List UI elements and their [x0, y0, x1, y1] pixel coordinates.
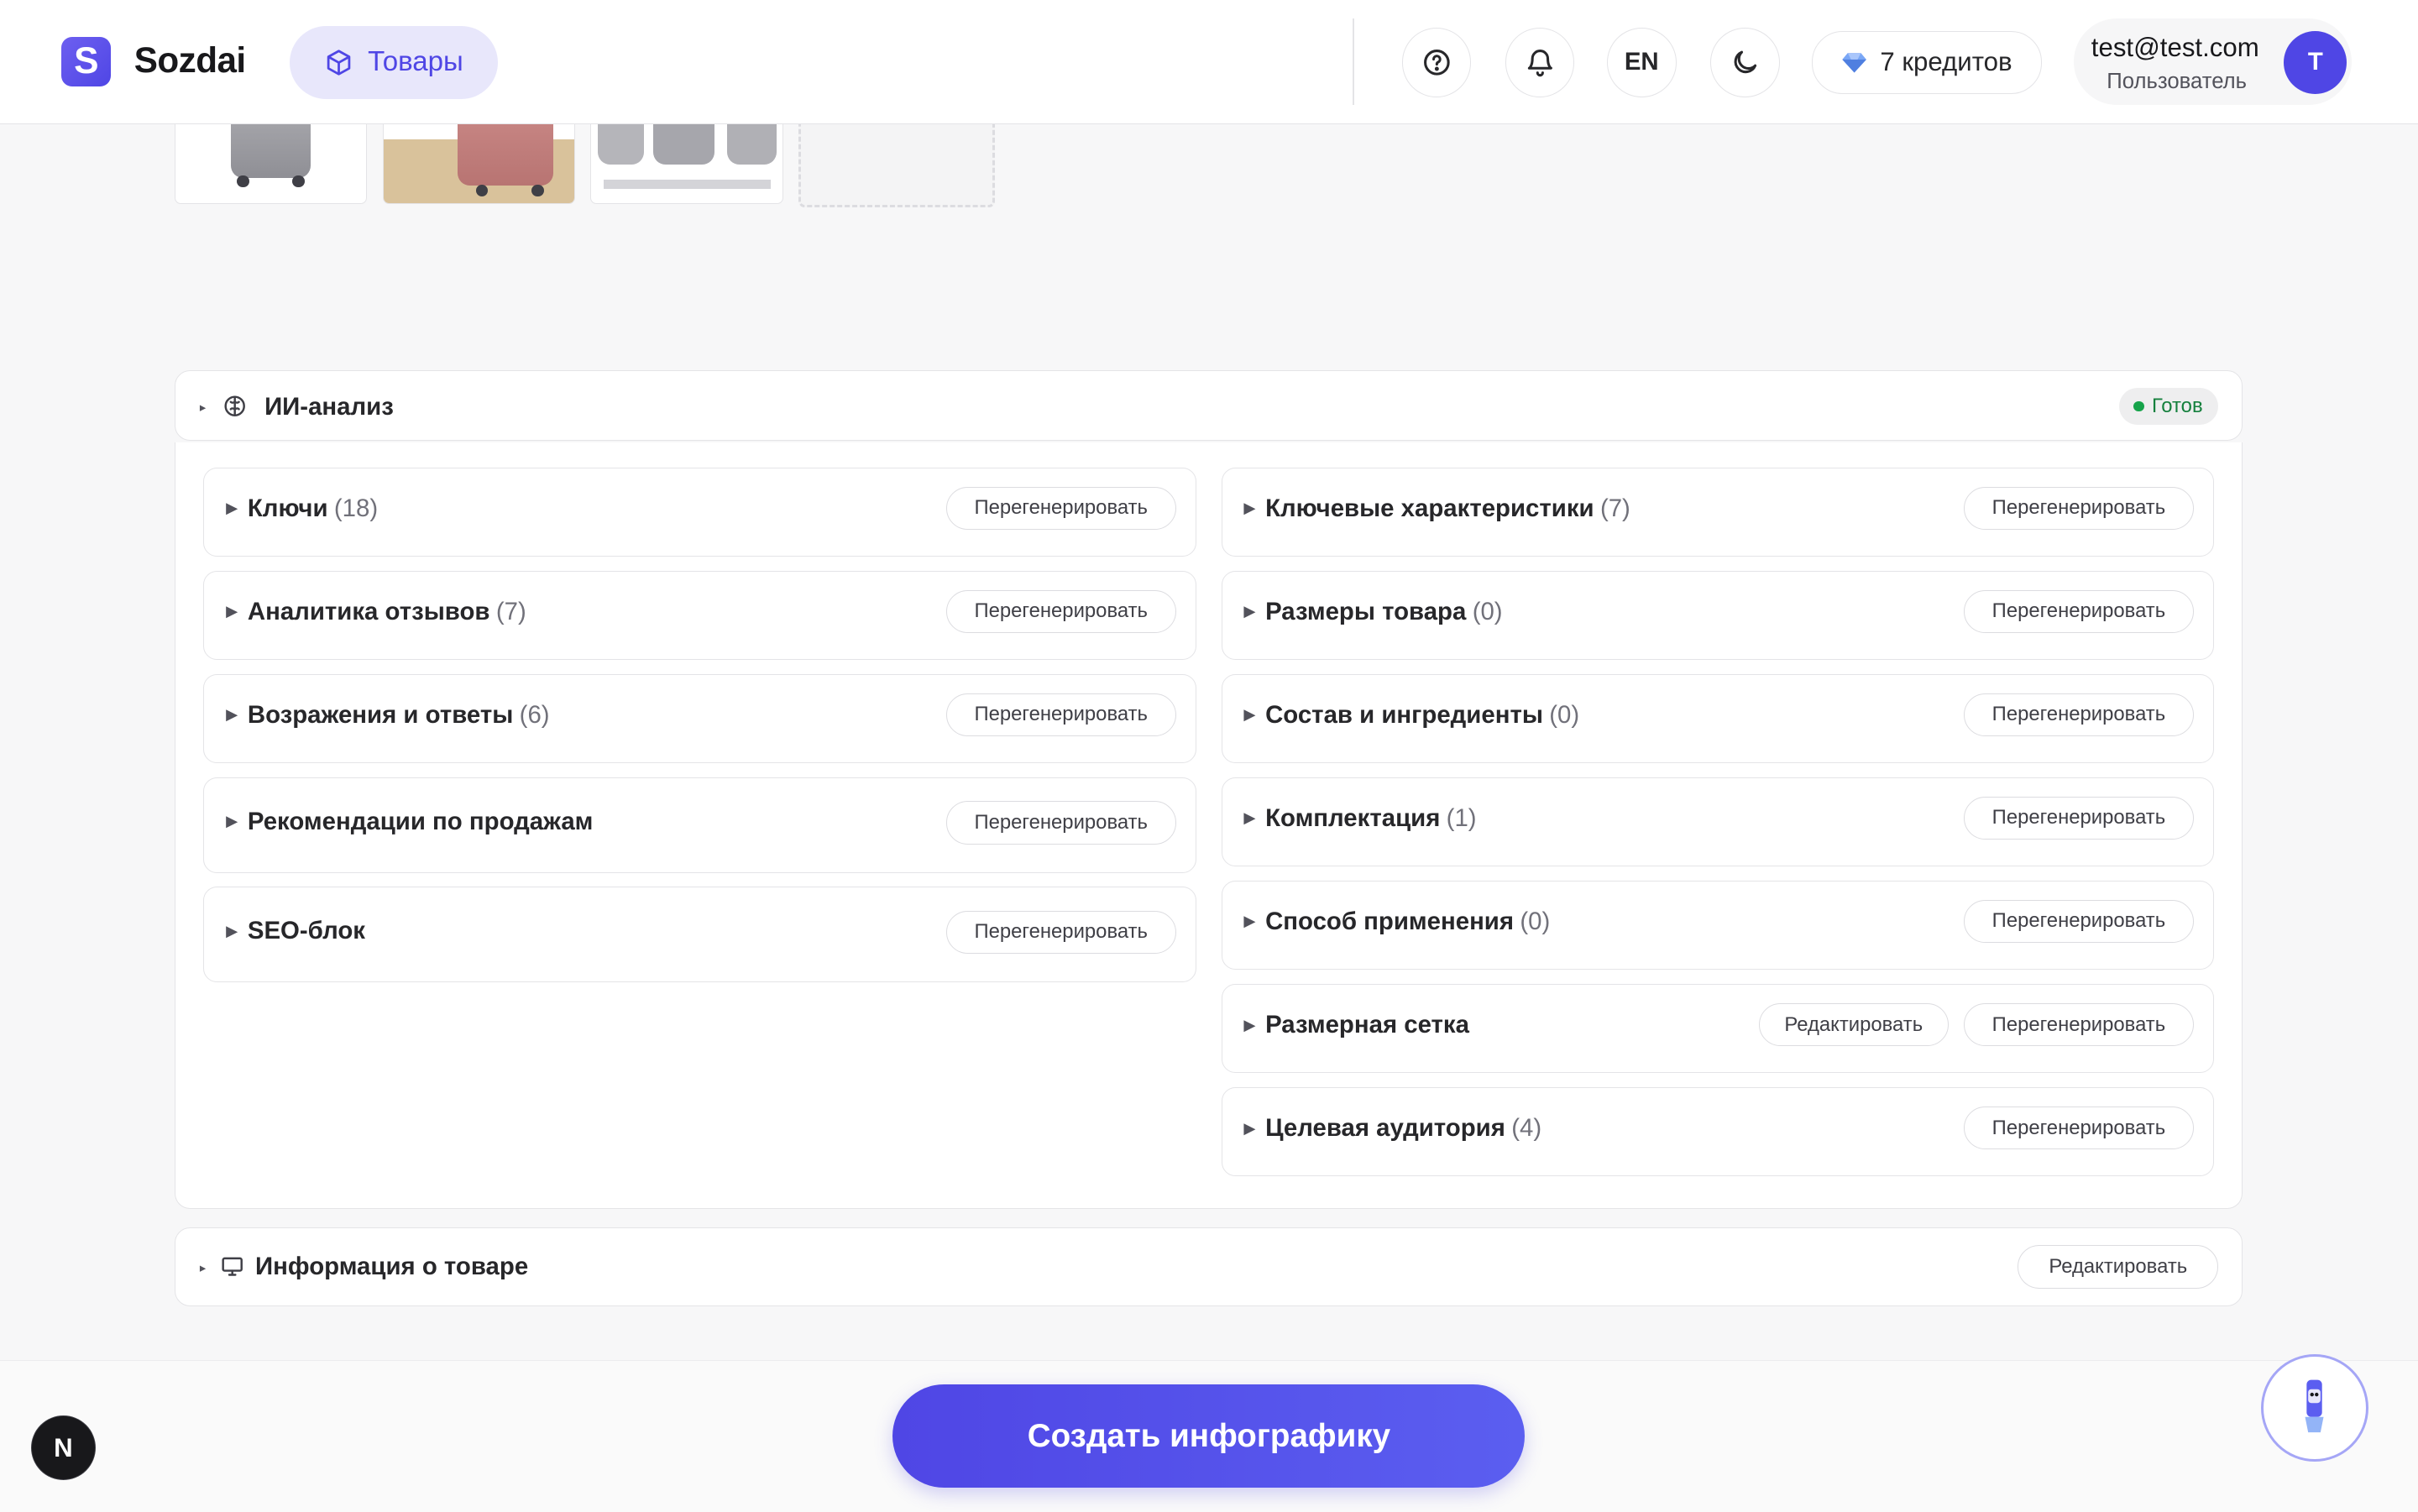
wheel-image — [531, 184, 544, 197]
credits-badge[interactable]: 7 кредитов — [1812, 30, 2042, 95]
card-count: (1) — [1446, 803, 1477, 832]
expand-caret-icon: ▶ — [1243, 602, 1256, 620]
regenerate-button[interactable]: Перегенерировать — [1964, 589, 2194, 634]
wheel-image — [237, 175, 249, 188]
wheel-image — [292, 175, 305, 188]
user-email: test@test.com — [2091, 32, 2259, 62]
card-title: Ключевые характеристики (7) — [1265, 494, 1630, 522]
notifications-button[interactable] — [1505, 28, 1575, 97]
edit-button[interactable]: Редактировать — [1758, 1002, 1949, 1047]
card-count: (0) — [1472, 597, 1503, 625]
regenerate-button[interactable]: Перегенерировать — [1964, 1002, 2194, 1047]
collapse-caret-icon: ▸ — [199, 1261, 207, 1275]
moon-icon — [1734, 50, 1757, 74]
status-dot-icon — [2133, 400, 2144, 412]
brain-icon — [224, 395, 246, 417]
question-icon — [1423, 50, 1450, 76]
expand-caret-icon: ▶ — [1243, 808, 1256, 827]
card-count: (18) — [333, 494, 379, 522]
ai-analysis-title: ИИ-анализ — [264, 392, 394, 421]
card-keys[interactable]: ▶ Ключи (18) Перегенерировать — [203, 467, 1197, 557]
status-label: Готов — [2151, 395, 2203, 418]
card-package-contents[interactable]: ▶ Комплектация (1) Перегенерировать — [1221, 777, 2215, 867]
card-title: Аналитика отзывов (7) — [247, 597, 526, 625]
card-size-chart[interactable]: ▶ Размерная сетка Редактировать Перегене… — [1221, 983, 2215, 1074]
user-role: Пользователь — [2107, 69, 2248, 93]
card-title: Размерная сетка — [1265, 1011, 1469, 1039]
create-infographic-button[interactable]: Создать инфографику — [892, 1384, 1526, 1488]
regenerate-button[interactable]: Перегенерировать — [945, 589, 1176, 634]
card-count: (7) — [1599, 494, 1630, 522]
regenerate-button[interactable]: Перегенерировать — [945, 486, 1176, 530]
user-menu[interactable]: test@test.com Пользователь T — [2074, 18, 2352, 105]
card-title: Целевая аудитория (4) — [1265, 1114, 1542, 1143]
product-info-header[interactable]: ▸ Информация о товаре Редактировать — [174, 1227, 2243, 1306]
expand-caret-icon: ▶ — [1243, 705, 1256, 724]
card-title: Ключи (18) — [247, 494, 379, 522]
card-title: Способ применения (0) — [1265, 907, 1551, 935]
card-title: SEO-блок — [247, 916, 366, 944]
header-divider — [1352, 18, 1354, 105]
card-count: (4) — [1511, 1114, 1542, 1143]
avatar: T — [2284, 30, 2347, 95]
mascot-icon — [2305, 1379, 2324, 1433]
language-button[interactable]: EN — [1606, 28, 1677, 97]
regenerate-button[interactable]: Перегенерировать — [1964, 899, 2194, 944]
theme-toggle-button[interactable] — [1709, 28, 1780, 97]
monitor-icon — [222, 1257, 243, 1276]
card-title: Состав и ингредиенты (0) — [1265, 700, 1580, 729]
card-title: Размеры товара (0) — [1265, 597, 1503, 625]
card-title: Рекомендации по продажам — [247, 807, 594, 835]
card-target-audience[interactable]: ▶ Целевая аудитория (4) Перегенерировать — [1221, 1086, 2215, 1177]
regenerate-button[interactable]: Перегенерировать — [1964, 796, 2194, 840]
card-review-analytics[interactable]: ▶ Аналитика отзывов (7) Перегенерировать — [203, 570, 1197, 661]
assistant-button[interactable] — [2260, 1353, 2369, 1462]
bell-icon — [1527, 50, 1552, 77]
nav-products[interactable]: Товары — [290, 26, 499, 99]
regenerate-button[interactable]: Перегенерировать — [1964, 1106, 2194, 1150]
diamond-icon — [1842, 52, 1867, 73]
caption-strip — [604, 180, 771, 190]
regenerate-button[interactable]: Перегенерировать — [1964, 486, 2194, 530]
card-composition[interactable]: ▶ Состав и ингредиенты (0) Перегенерирова… — [1221, 673, 2215, 764]
help-button[interactable] — [1401, 28, 1472, 97]
expand-caret-icon: ▶ — [1243, 912, 1256, 930]
regenerate-button[interactable]: Перегенерировать — [1964, 693, 2194, 737]
card-sales-recommendations[interactable]: ▶ Рекомендации по продажам Перегенериров… — [203, 777, 1197, 873]
card-key-features[interactable]: ▶ Ключевые характеристики (7) Перегенерир… — [1221, 467, 2215, 557]
expand-caret-icon: ▶ — [1243, 1118, 1256, 1137]
card-product-dimensions[interactable]: ▶ Размеры товара (0) Перегенерировать — [1221, 570, 2215, 661]
regenerate-button[interactable]: Перегенерировать — [945, 910, 1176, 955]
regenerate-button[interactable]: Перегенерировать — [945, 693, 1176, 737]
edit-button[interactable]: Редактировать — [2018, 1245, 2219, 1289]
brand-name[interactable]: Sozdai — [134, 40, 246, 81]
credits-label: 7 кредитов — [1880, 47, 2012, 77]
card-title: Возражения и ответы (6) — [247, 700, 550, 729]
card-objections[interactable]: ▶ Возражения и ответы (6) Перегенерироват… — [203, 673, 1197, 764]
product-info-title: Информация о товаре — [255, 1253, 529, 1281]
nav-products-label: Товары — [368, 46, 463, 78]
expand-caret-icon: ▶ — [1243, 1015, 1256, 1033]
regenerate-button[interactable]: Перегенерировать — [945, 801, 1176, 845]
dev-tools-badge[interactable]: N — [30, 1415, 97, 1481]
collapse-caret-icon: ▸ — [199, 400, 207, 415]
expand-caret-icon: ▶ — [1243, 499, 1256, 517]
card-count: (7) — [495, 597, 526, 625]
expand-caret-icon: ▶ — [226, 812, 238, 830]
expand-caret-icon: ▶ — [226, 921, 238, 939]
ai-analysis-header[interactable]: ▸ ИИ-анализ Готов — [174, 369, 2243, 442]
expand-caret-icon: ▶ — [226, 499, 238, 517]
card-count: (0) — [1549, 700, 1580, 729]
top-header: S Sozdai Товары EN 7 кредитов test@test.… — [0, 0, 2418, 124]
app-logo[interactable]: S — [61, 37, 112, 86]
card-count: (0) — [1520, 907, 1551, 935]
card-seo[interactable]: ▶ SEO-блок Перегенерировать — [203, 887, 1197, 982]
card-title: Комплектация (1) — [1265, 803, 1477, 832]
card-count: (6) — [519, 700, 550, 729]
box-icon — [327, 50, 351, 76]
expand-caret-icon: ▶ — [226, 602, 238, 620]
status-badge: Готов — [2119, 388, 2218, 426]
expand-caret-icon: ▶ — [226, 705, 238, 724]
card-usage[interactable]: ▶ Способ применения (0) Перегенерировать — [1221, 880, 2215, 971]
